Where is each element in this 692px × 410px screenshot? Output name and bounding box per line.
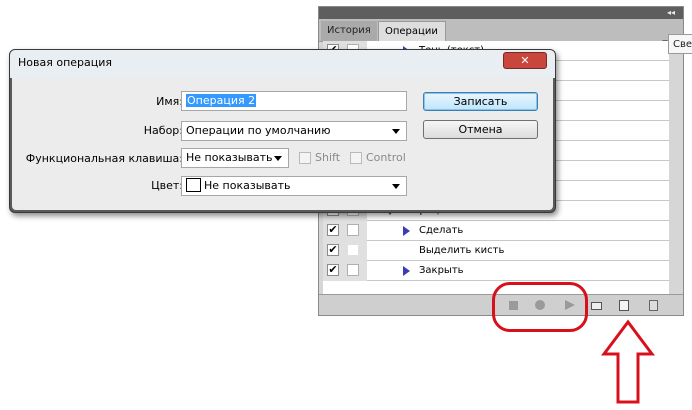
shift-label: Shift [315, 151, 341, 164]
chevron-down-icon [392, 129, 400, 134]
chevron-down-icon [274, 156, 282, 161]
control-label: Control [366, 151, 406, 164]
close-button[interactable]: ✕ [503, 52, 547, 69]
action-label: Сделать [419, 225, 464, 236]
panel-tabs: История Операции ▾≡ [319, 19, 683, 49]
tooltip: Све [668, 34, 692, 54]
function-key-label: Функциональная клавиша: [25, 152, 183, 165]
dialog-title-bar[interactable]: Новая операция ✕ [10, 50, 555, 78]
new-action-dialog: Новая операция ✕ Имя: Операция 2 Набор: … [9, 49, 556, 213]
dialog-title: Новая операция [18, 56, 113, 69]
name-label: Имя: [156, 95, 183, 108]
record-button[interactable]: Записать [423, 92, 538, 111]
set-value: Операции по умолчанию [186, 124, 331, 137]
toggle-dialog-checkbox[interactable] [347, 244, 359, 256]
color-label: Цвет: [151, 179, 183, 192]
action-label: Выделить кисть [419, 245, 505, 256]
expand-right-icon[interactable] [403, 266, 410, 276]
expand-right-icon[interactable] [403, 226, 410, 236]
color-value: Не показывать [204, 179, 291, 192]
action-label: Закрыть [419, 265, 464, 276]
toggle-dialog-checkbox[interactable] [347, 264, 359, 276]
action-row[interactable]: ✔ Закрыть [323, 261, 669, 281]
shift-checkbox[interactable] [299, 152, 311, 164]
color-select[interactable]: Не показывать [181, 176, 407, 196]
set-label: Набор: [143, 124, 183, 137]
trash-icon[interactable] [649, 300, 658, 311]
function-key-value: Не показывать [186, 151, 273, 164]
dialog-body: Имя: Операция 2 Набор: Операции по умолч… [12, 78, 553, 210]
control-checkbox[interactable] [350, 152, 362, 164]
function-key-select[interactable]: Не показывать [181, 148, 289, 168]
tab-actions[interactable]: Операции [378, 21, 446, 41]
color-swatch [186, 178, 201, 192]
toggle-item-checkbox[interactable]: ✔ [327, 244, 339, 256]
toggle-item-checkbox[interactable]: ✔ [327, 224, 339, 236]
new-set-icon[interactable] [591, 302, 602, 310]
action-row[interactable]: ✔ Выделить кисть [323, 241, 669, 261]
new-action-icon[interactable] [619, 300, 629, 311]
set-select[interactable]: Операции по умолчанию [181, 121, 407, 141]
tab-history[interactable]: История [321, 21, 377, 41]
chevron-down-icon [392, 184, 400, 189]
name-input[interactable]: Операция 2 [181, 91, 407, 111]
name-value: Операция 2 [186, 94, 257, 107]
cancel-button[interactable]: Отмена [423, 120, 538, 139]
action-row[interactable]: ✔ Сделать [323, 221, 669, 241]
highlight-oval [492, 282, 588, 332]
toggle-dialog-checkbox[interactable] [347, 224, 359, 236]
collapse-icon[interactable]: ◂◂ [667, 7, 675, 19]
panel-top-bar: ◂◂ [319, 7, 683, 19]
up-arrow-annotation [601, 319, 655, 404]
toggle-item-checkbox[interactable]: ✔ [327, 264, 339, 276]
